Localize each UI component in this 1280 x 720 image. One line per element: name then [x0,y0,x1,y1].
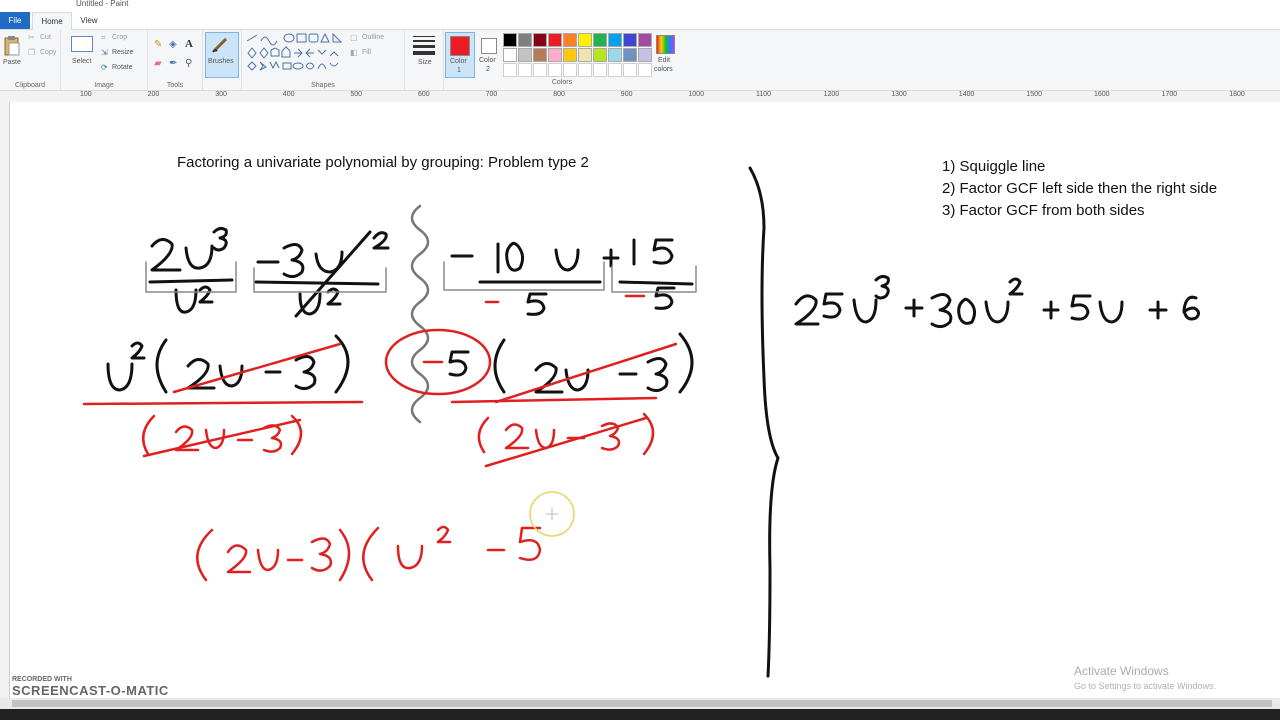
horizontal-scrollbar[interactable] [0,698,1280,709]
scrollbar-thumb[interactable] [12,700,1272,707]
activate-windows-subtitle: Go to Settings to activate Windows. [1074,681,1217,691]
gray-brackets [145,261,697,293]
black-ink [106,166,1201,678]
watermark-brand: SCREENCAST-O-MATIC [12,683,169,698]
red-ink [82,294,678,582]
watermark-top: RECORDED WITH [12,676,72,683]
screencast-watermark: RECORDED WITH SCREENCAST-O-MATIC [12,676,169,698]
crosshair-icon [545,507,559,521]
status-bar [0,709,1280,720]
activate-windows-title: Activate Windows [1074,664,1169,678]
handwriting-layer [82,166,1201,678]
